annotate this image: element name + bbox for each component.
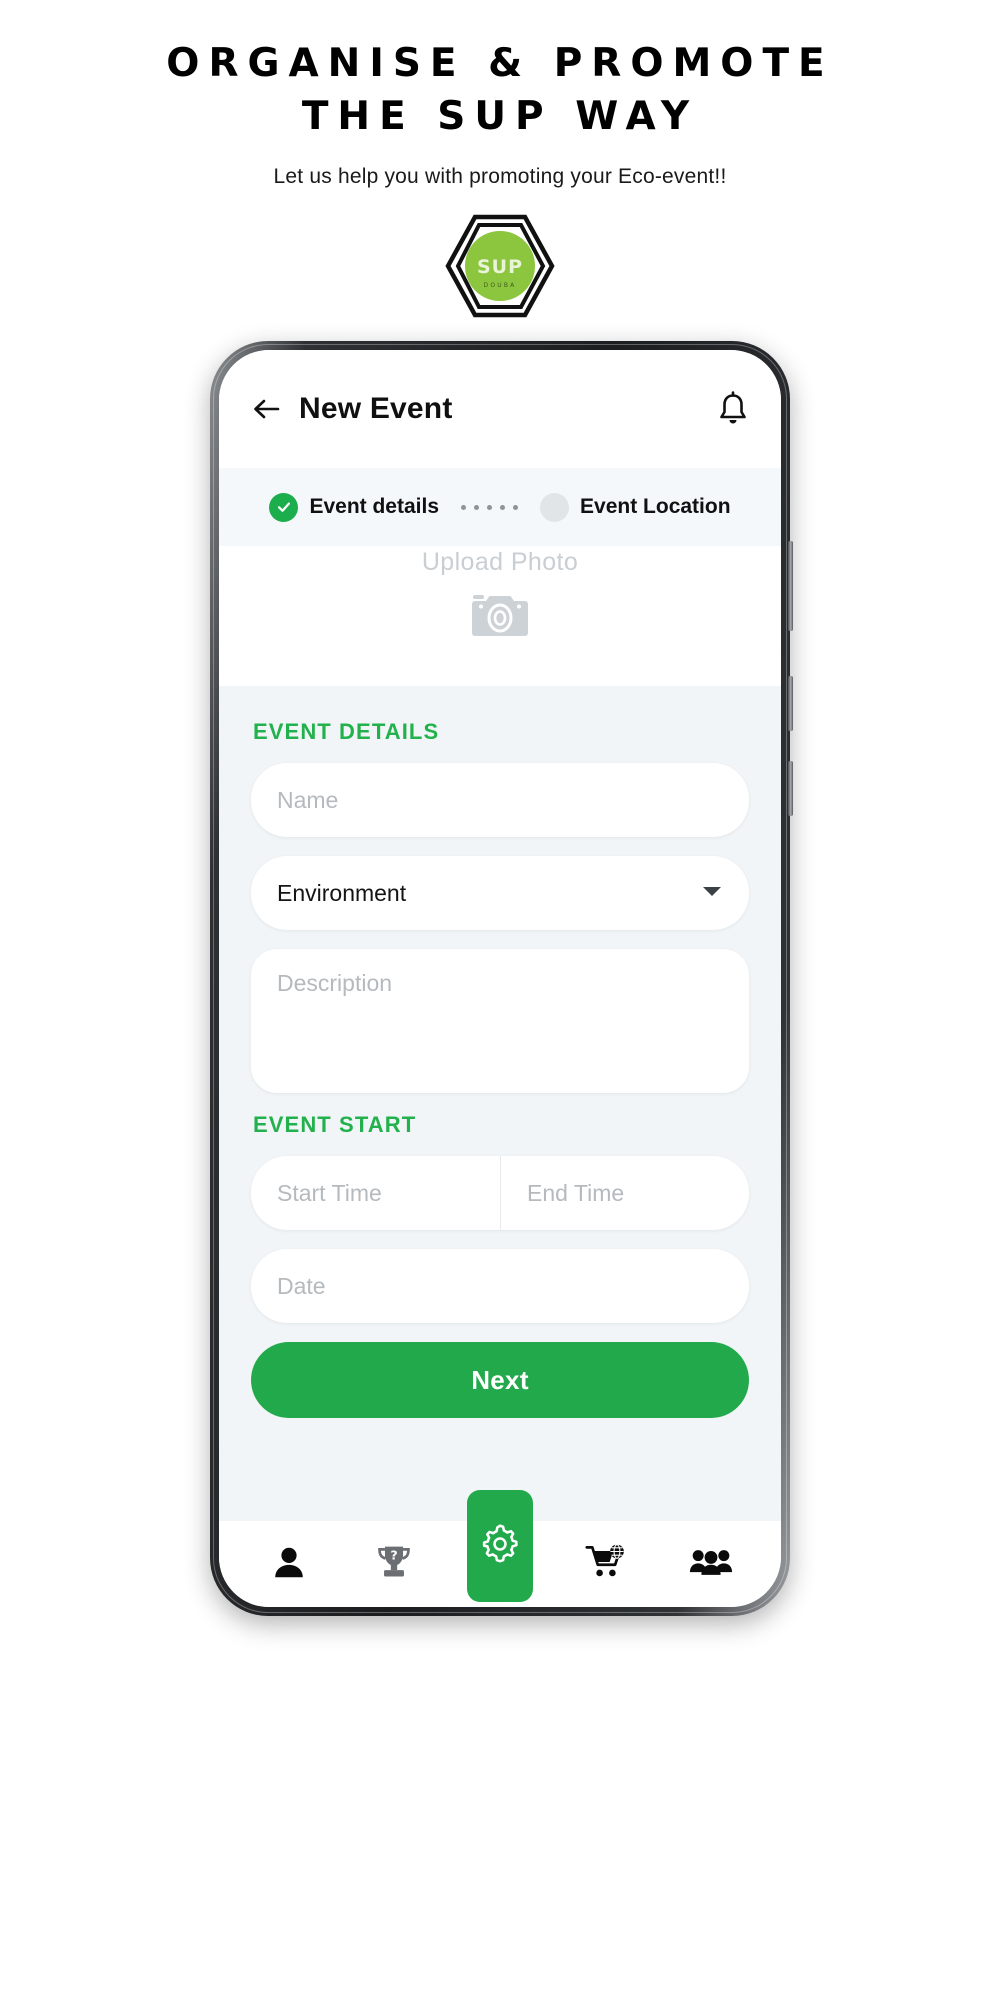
bell-icon[interactable]: [717, 391, 749, 427]
svg-text:SUP: SUP: [477, 256, 523, 278]
nav-item-community[interactable]: [680, 1533, 742, 1595]
phone-volume-button: [788, 541, 793, 632]
svg-text:DOUBA: DOUBA: [484, 282, 517, 289]
svg-text:?: ?: [390, 1547, 397, 1562]
nav-item-profile[interactable]: [258, 1533, 320, 1595]
promo-subtitle: Let us help you with promoting your Eco-…: [273, 165, 727, 189]
time-row: Start Time End Time: [251, 1156, 749, 1231]
stepper-label-1: Event details: [309, 495, 440, 519]
camera-icon: [471, 589, 529, 639]
logo-container: SUP DOUBA: [0, 211, 1000, 321]
people-group-icon: [689, 1546, 733, 1583]
upload-photo-area[interactable]: Upload Photo: [219, 526, 781, 687]
pending-circle-icon: [540, 492, 570, 522]
end-time-placeholder: End Time: [527, 1179, 625, 1206]
sup-logo: SUP DOUBA: [442, 211, 558, 321]
end-time-input[interactable]: End Time: [500, 1156, 749, 1231]
category-select-value: Environment: [277, 879, 407, 906]
phone-screen: New Event Event details Event Location U…: [219, 350, 781, 1608]
start-time-placeholder: Start Time: [277, 1179, 382, 1206]
section-label-event-start: EVENT START: [253, 1112, 417, 1138]
phone-side-button-2: [788, 676, 793, 732]
next-button[interactable]: Next: [251, 1342, 749, 1419]
phone-frame: New Event Event details Event Location U…: [210, 341, 793, 1617]
event-form: EVENT DETAILS Name Environment Descripti…: [219, 686, 781, 1419]
gear-icon: [479, 1523, 521, 1570]
nav-item-shop[interactable]: [575, 1533, 637, 1595]
date-input[interactable]: Date: [251, 1249, 749, 1324]
phone-mockup-area: New Event Event details Event Location U…: [0, 341, 1000, 1617]
stepper: Event details Event Location: [219, 468, 781, 547]
description-input-placeholder: Description: [277, 970, 393, 997]
trophy-question-icon: ?: [374, 1543, 414, 1586]
description-input[interactable]: Description: [251, 949, 749, 1094]
chevron-down-icon: [701, 884, 723, 903]
cart-globe-icon: [585, 1542, 627, 1587]
app-header: New Event: [219, 350, 781, 469]
date-input-placeholder: Date: [277, 1272, 326, 1299]
person-icon: [270, 1543, 308, 1586]
section-label-event-details: EVENT DETAILS: [253, 719, 440, 745]
name-input[interactable]: Name: [251, 763, 749, 838]
stepper-step-event-details[interactable]: Event details: [269, 492, 440, 522]
bottom-navigation: ?: [219, 1490, 781, 1608]
arrow-left-icon[interactable]: [249, 392, 283, 426]
upload-photo-label: Upload Photo: [421, 548, 579, 577]
check-circle-icon: [269, 492, 299, 522]
stepper-connector: [461, 504, 519, 510]
nav-item-achievements[interactable]: ?: [363, 1533, 425, 1595]
phone-power-button: [788, 761, 793, 817]
stepper-label-2: Event Location: [580, 495, 731, 519]
promo-header: ORGANISE & PROMOTE THE SUP WAY Let us he…: [0, 0, 1000, 189]
stepper-step-event-location[interactable]: Event Location: [540, 492, 731, 522]
start-time-input[interactable]: Start Time: [251, 1156, 500, 1230]
category-select[interactable]: Environment: [251, 856, 749, 931]
name-input-placeholder: Name: [277, 786, 339, 813]
sup-logo-icon: SUP DOUBA: [445, 215, 555, 318]
nav-item-settings[interactable]: [466, 1490, 533, 1603]
promo-title: ORGANISE & PROMOTE THE SUP WAY: [166, 41, 834, 139]
page-title: New Event: [299, 392, 453, 426]
